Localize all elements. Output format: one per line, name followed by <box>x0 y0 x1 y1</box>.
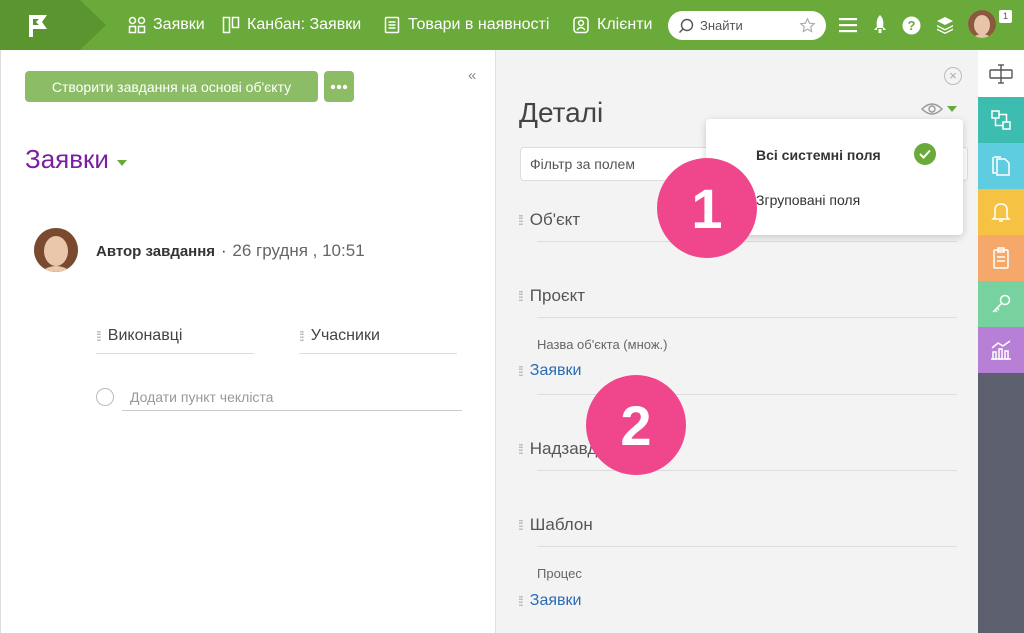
right-toolbar <box>978 50 1024 633</box>
drag-handle-icon[interactable]: ⁞⁞ <box>96 328 102 344</box>
author-avatar[interactable] <box>34 228 78 272</box>
search-input[interactable] <box>700 18 790 33</box>
top-bar: Заявки Канбан: Заявки Товари в наявності… <box>0 0 1024 50</box>
svg-text:?: ? <box>908 18 916 33</box>
flag-logo-icon <box>29 15 47 37</box>
drag-handle-icon[interactable]: ⁞⁞ <box>518 441 524 457</box>
section-label: Проєкт <box>529 286 585 305</box>
details-title: Деталі <box>519 97 604 128</box>
analytics-button[interactable] <box>978 327 1024 373</box>
left-pane: Створити завдання на основі об'єкту « За… <box>0 50 492 633</box>
eye-icon <box>921 103 943 115</box>
create-task-button[interactable]: Створити завдання на основі об'єкту <box>25 71 318 102</box>
bell-icon <box>991 203 1011 222</box>
object-name-link[interactable]: Заявки <box>530 362 582 380</box>
author-line: Автор завдання · 26 грудня , 10:51 <box>96 241 365 261</box>
grid-icon <box>128 16 146 34</box>
text-field-icon <box>989 63 1013 84</box>
files-button[interactable] <box>978 143 1024 189</box>
drag-handle-icon[interactable]: ⁞⁞ <box>518 363 524 379</box>
chart-icon <box>991 340 1011 360</box>
section-project[interactable]: ⁞⁞ Проєкт <box>518 286 958 306</box>
section-label: Шаблон <box>529 515 593 534</box>
divider <box>537 546 957 547</box>
process-value[interactable]: ⁞⁞ Заявки <box>518 592 581 610</box>
avatar-face-icon <box>968 10 996 38</box>
dropdown-item-grouped-fields[interactable]: Згруповані поля <box>756 192 860 208</box>
drag-handle-icon[interactable]: ⁞⁞ <box>518 593 524 609</box>
contacts-icon <box>573 16 589 34</box>
star-icon[interactable] <box>799 17 816 34</box>
kanban-icon <box>222 16 240 34</box>
files-icon <box>992 156 1010 176</box>
drag-handle-icon[interactable]: ⁞⁞ <box>518 288 524 304</box>
object-title-label: Заявки <box>25 144 109 174</box>
nav-label: Товари в наявності <box>408 16 550 33</box>
access-button[interactable] <box>978 281 1024 327</box>
more-dots-icon <box>330 84 348 89</box>
author-name[interactable]: Автор завдання <box>96 243 215 260</box>
checklist-input[interactable] <box>122 383 462 411</box>
divider <box>537 241 957 242</box>
assignees-field[interactable]: ⁞⁞ Виконавці <box>96 318 254 354</box>
structure-icon <box>991 110 1011 130</box>
object-name-label: Назва об'єкта (множ.) <box>537 337 668 352</box>
object-name-value[interactable]: ⁞⁞ Заявки <box>518 362 581 380</box>
avatar-face-icon <box>34 228 78 272</box>
object-title[interactable]: Заявки <box>25 144 127 175</box>
nav-label: Клієнти <box>597 16 653 33</box>
nav-label: Канбан: Заявки <box>247 16 362 33</box>
more-button[interactable] <box>324 71 354 102</box>
nav-item-zayavky[interactable]: Заявки <box>128 0 205 50</box>
nav-label: Заявки <box>153 16 205 33</box>
rocket-icon[interactable] <box>873 15 887 35</box>
clipboard-button[interactable] <box>978 235 1024 281</box>
divider <box>537 470 957 471</box>
callout-number-2: 2 <box>586 375 686 475</box>
notification-badge[interactable]: 1 <box>999 10 1012 23</box>
logo[interactable] <box>0 0 80 50</box>
search-box[interactable] <box>668 11 826 40</box>
search-icon <box>679 18 694 33</box>
text-field-tool[interactable] <box>978 50 1024 97</box>
process-link[interactable]: Заявки <box>530 592 582 610</box>
participants-field[interactable]: ⁞⁞ Учасники <box>299 318 457 354</box>
clipboard-icon <box>993 247 1009 269</box>
close-icon[interactable]: × <box>944 67 962 85</box>
collapse-panel-button[interactable]: « <box>468 67 476 84</box>
field-label: Учасники <box>310 326 380 344</box>
layers-icon[interactable] <box>936 16 954 34</box>
checkbox-circle-icon[interactable] <box>96 388 114 406</box>
dropdown-item-all-system-fields[interactable]: Всі системні поля <box>756 147 881 163</box>
drag-handle-icon[interactable]: ⁞⁞ <box>518 212 524 228</box>
process-label: Процес <box>537 566 582 581</box>
document-icon <box>384 16 400 34</box>
key-icon <box>992 294 1011 313</box>
chevron-down-icon <box>947 106 957 112</box>
nav-item-goods[interactable]: Товари в наявності <box>383 0 549 50</box>
section-template[interactable]: ⁞⁞ Шаблон <box>518 515 958 535</box>
nav-item-kanban[interactable]: Канбан: Заявки <box>222 0 361 50</box>
author-date: 26 грудня , 10:51 <box>232 241 365 260</box>
structure-button[interactable] <box>978 97 1024 143</box>
callout-number-1: 1 <box>657 158 757 258</box>
help-icon[interactable]: ? <box>902 16 921 35</box>
separator-dot: · <box>221 243 227 260</box>
check-icon <box>914 143 936 165</box>
section-parent-task[interactable]: ⁞⁞ Надзавдання <box>518 439 958 459</box>
field-visibility-toggle[interactable] <box>921 102 957 116</box>
nav-item-clients[interactable]: Клієнти <box>572 0 652 50</box>
menu-icon[interactable] <box>839 17 857 33</box>
drag-handle-icon[interactable]: ⁞⁞ <box>299 328 305 344</box>
drag-handle-icon[interactable]: ⁞⁞ <box>518 517 524 533</box>
checklist-add <box>96 383 462 411</box>
divider <box>537 317 957 318</box>
logo-arrow <box>80 0 106 50</box>
user-avatar[interactable] <box>968 10 996 38</box>
chevron-down-icon <box>116 159 127 166</box>
section-label: Об'єкт <box>529 210 581 229</box>
field-label: Виконавці <box>107 326 183 344</box>
notifications-button[interactable] <box>978 189 1024 235</box>
